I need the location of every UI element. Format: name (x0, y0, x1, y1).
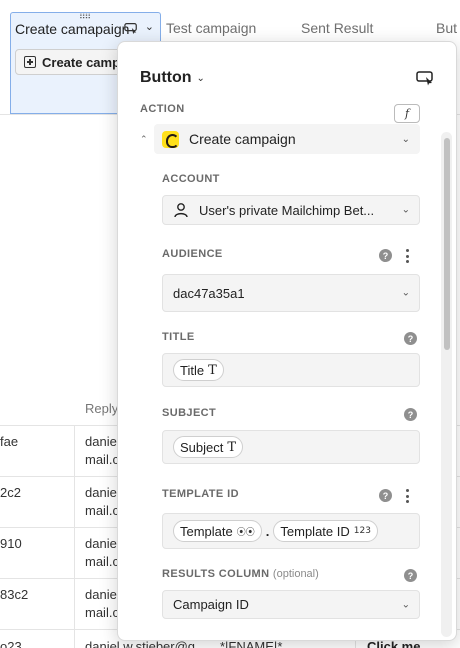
token-label: Title (180, 362, 205, 378)
action-value: Create campaign (189, 131, 296, 147)
reply-cell-wrap: mail.c (85, 503, 119, 518)
plus-square-icon (24, 56, 36, 68)
button-type-icon[interactable] (416, 70, 434, 86)
column-divider (74, 425, 75, 648)
row-id: 910 (0, 536, 22, 551)
subject-input[interactable]: Subject T (162, 430, 420, 464)
audience-select[interactable]: dac47a35a1 ⌄ (162, 274, 420, 312)
column-header-label: But (436, 20, 458, 36)
reply-cell: danie (85, 434, 117, 449)
help-icon[interactable]: ? (404, 332, 417, 345)
more-options-icon[interactable] (405, 249, 409, 263)
results-column-value: Campaign ID (173, 597, 249, 612)
column-header-label: Sent Result (301, 20, 374, 36)
template-id-input[interactable]: Template ⦿⦿ . Template ID 123 (162, 513, 420, 549)
audience-value: dac47a35a1 (173, 285, 245, 301)
token-label: Subject (180, 439, 224, 455)
reply-cell: danie (85, 536, 117, 551)
subject-token[interactable]: Subject T (173, 436, 244, 458)
title-input[interactable]: Title T (162, 353, 420, 387)
chevron-down-icon: ⌄ (196, 72, 205, 84)
row-id: 83c2 (0, 587, 29, 602)
mailchimp-logo-icon (162, 130, 179, 148)
text-type-icon: T (208, 362, 217, 378)
path-separator: . (265, 523, 270, 539)
action-section-label: ACTION (140, 103, 185, 115)
row-id: fae (0, 434, 19, 449)
account-select[interactable]: User's private Mailchimp Bet... ⌄ (162, 195, 420, 225)
reply-cell: danie (85, 485, 117, 500)
formula-toggle-button[interactable]: f (394, 104, 420, 123)
token-label: Template ID (280, 523, 350, 539)
action-selector[interactable]: Create campaign ⌄ (154, 124, 420, 154)
more-options-icon[interactable] (405, 489, 409, 503)
chevron-down-icon: ⌄ (401, 204, 410, 216)
token-label: Template (180, 523, 233, 539)
button-config-panel: Button ⌄ ACTION f ⌃ Create campaign ⌄ AC… (117, 41, 457, 641)
column-header-create-campaign[interactable]: ⠿⠿ Create camapaign ⌄ (10, 12, 161, 44)
template-id-token[interactable]: Template ID 123 (273, 520, 378, 542)
results-column-label: RESULTS COLUMN (optional) (162, 568, 319, 580)
formula-icon: f (404, 107, 410, 120)
chevron-up-icon[interactable]: ⌃ (140, 134, 148, 145)
template-id-label: TEMPLATE ID (162, 488, 239, 500)
results-column-select[interactable]: Campaign ID ⌄ (162, 590, 420, 619)
button-column-icon (124, 23, 137, 35)
chevron-down-icon[interactable]: ⌄ (145, 20, 154, 33)
reply-cell-wrap: mail.c (85, 605, 119, 620)
help-icon[interactable]: ? (379, 249, 392, 262)
title-token[interactable]: Title T (173, 359, 224, 381)
column-header-label: Create camapaign (15, 20, 130, 37)
user-icon (174, 203, 188, 218)
help-icon[interactable]: ? (404, 408, 417, 421)
help-icon[interactable]: ? (379, 489, 392, 502)
text-type-icon: T (227, 439, 237, 455)
row-id: o23 (0, 639, 22, 648)
row-id: 2c2 (0, 485, 21, 500)
chevron-down-icon: ⌄ (401, 133, 410, 145)
reply-cell-wrap: mail.c (85, 554, 119, 569)
column-header-label: Test campaign (166, 20, 257, 36)
cell-button-label: Create camp (42, 54, 121, 70)
subject-label: SUBJECT (162, 407, 217, 419)
number-type-icon: 123 (353, 526, 371, 536)
chevron-down-icon: ⌄ (401, 599, 410, 610)
reply-cell: danie (85, 587, 117, 602)
reply-column-header[interactable]: Reply (85, 399, 118, 418)
help-icon[interactable]: ? (404, 569, 417, 582)
account-value: User's private Mailchimp Bet... (199, 202, 375, 218)
link-column-icon: ⦿⦿ (236, 527, 255, 538)
panel-title-label: Button (140, 69, 192, 86)
account-label: ACCOUNT (162, 173, 220, 185)
audience-label: AUDIENCE (162, 248, 223, 260)
panel-title[interactable]: Button ⌄ (140, 69, 205, 87)
drag-handle-icon[interactable]: ⠿⠿ (79, 13, 91, 21)
panel-scrollbar-thumb[interactable] (444, 138, 450, 350)
chevron-down-icon: ⌄ (401, 287, 410, 299)
reply-cell-wrap: mail.c (85, 452, 119, 467)
results-column-label-text: RESULTS COLUMN (162, 568, 270, 580)
optional-hint: (optional) (272, 568, 319, 580)
title-label: TITLE (162, 331, 195, 343)
template-token[interactable]: Template ⦿⦿ (173, 520, 262, 542)
